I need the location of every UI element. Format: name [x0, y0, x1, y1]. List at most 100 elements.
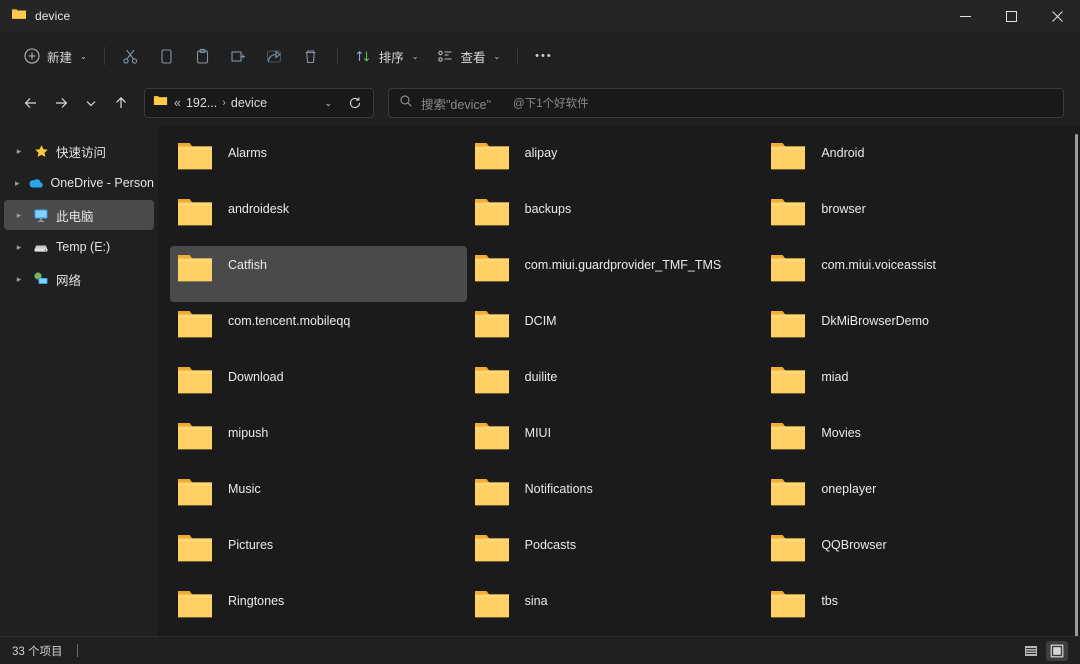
breadcrumb[interactable]: « 192... › device [174, 96, 313, 110]
folder-item[interactable]: sina [467, 582, 764, 636]
folder-item[interactable]: Alarms [170, 134, 467, 190]
folder-item-label: androidesk [228, 196, 289, 218]
sidebar-item-label-4: 网络 [56, 270, 81, 289]
rename-button[interactable] [221, 40, 257, 72]
folder-item-label: oneplayer [821, 476, 876, 498]
search-icon [399, 94, 413, 113]
folder-item[interactable]: com.tencent.mobileqq [170, 302, 467, 358]
minimize-button[interactable] [942, 0, 988, 32]
folder-item[interactable]: com.miui.voiceassist [763, 246, 1060, 302]
breadcrumb-item-device[interactable]: device [231, 96, 267, 110]
sidebar-item-this-pc[interactable]: ▸ 此电脑 [4, 200, 154, 230]
sort-button-label: 排序 [379, 47, 404, 66]
star-icon [32, 142, 50, 160]
folder-item[interactable]: miad [763, 358, 1060, 414]
more-options-button[interactable]: ••• [526, 40, 562, 72]
vertical-scrollbar[interactable] [1075, 134, 1078, 636]
chevron-right-icon-network[interactable]: ▸ [12, 274, 26, 285]
folder-icon [769, 476, 807, 513]
status-bar: 33 个项目 [0, 636, 1080, 664]
close-button[interactable] [1034, 0, 1080, 32]
folder-icon [176, 532, 214, 569]
new-button[interactable]: 新建 ⌄ [14, 40, 96, 72]
toolbar-divider-2 [337, 47, 338, 65]
folder-item[interactable]: androidesk [170, 190, 467, 246]
folder-item[interactable]: backups [467, 190, 764, 246]
folder-icon [473, 420, 511, 457]
folder-item[interactable]: com.miui.guardprovider_TMF_TMS [467, 246, 764, 302]
folder-item[interactable]: MIUI [467, 414, 764, 470]
folder-item-label: DCIM [525, 308, 557, 330]
sidebar-item-temp-drive[interactable]: ▸ Temp (E:) [4, 232, 154, 262]
chevron-right-icon-this-pc[interactable]: ▸ [12, 210, 26, 221]
folder-item[interactable]: mipush [170, 414, 467, 470]
folder-item[interactable]: Download [170, 358, 467, 414]
list-view-button[interactable] [1020, 641, 1042, 661]
folder-item[interactable]: Podcasts [467, 526, 764, 582]
chevron-right-icon-onedrive[interactable]: ▸ [12, 178, 22, 189]
up-button[interactable] [106, 88, 136, 118]
recent-locations-button[interactable] [76, 88, 106, 118]
folder-item[interactable]: Android [763, 134, 1060, 190]
chevron-down-icon-sort: ⌄ [412, 52, 419, 61]
maximize-button[interactable] [988, 0, 1034, 32]
folder-icon [473, 532, 511, 569]
address-bar[interactable]: « 192... › device ⌄ [144, 88, 374, 118]
folder-item[interactable]: QQBrowser [763, 526, 1060, 582]
back-button[interactable] [16, 88, 46, 118]
folder-icon [176, 308, 214, 345]
folder-item[interactable]: Movies [763, 414, 1060, 470]
address-folder-icon [153, 93, 168, 113]
folder-item-label: sina [525, 588, 548, 610]
drive-icon [32, 238, 50, 256]
folder-item-label: Notifications [525, 476, 593, 498]
refresh-button[interactable] [343, 91, 367, 115]
explorer-body: ▸ 快速访问 ▸ OneDrive - Person ▸ 此电脑 [0, 126, 1080, 636]
breadcrumb-item-host[interactable]: 192... [186, 96, 217, 110]
folder-item[interactable]: Catfish [170, 246, 467, 302]
title-bar-left: device [0, 6, 70, 27]
sidebar-item-quick-access[interactable]: ▸ 快速访问 [4, 136, 154, 166]
address-dropdown-icon[interactable]: ⌄ [319, 98, 337, 109]
folder-icon [473, 476, 511, 513]
chevron-right-icon[interactable]: ▸ [12, 146, 26, 157]
folder-item-label: browser [821, 196, 865, 218]
view-button[interactable]: 查看 ⌄ [427, 40, 509, 72]
copy-button[interactable] [149, 40, 185, 72]
folder-item[interactable]: duilite [467, 358, 764, 414]
delete-button[interactable] [293, 40, 329, 72]
folder-item[interactable]: DCIM [467, 302, 764, 358]
details-view-button[interactable] [1046, 641, 1068, 661]
forward-button[interactable] [46, 88, 76, 118]
folder-icon [176, 420, 214, 457]
folder-item-label: Podcasts [525, 532, 576, 554]
sort-icon [355, 47, 373, 65]
search-box[interactable]: 搜索"device" @下1个好软件 [388, 88, 1064, 118]
toolbar-divider [104, 47, 105, 65]
folder-item[interactable]: alipay [467, 134, 764, 190]
folder-item[interactable]: browser [763, 190, 1060, 246]
sidebar-item-onedrive[interactable]: ▸ OneDrive - Person [4, 168, 154, 198]
folder-item[interactable]: Pictures [170, 526, 467, 582]
folder-item-label: duilite [525, 364, 558, 386]
folder-icon [176, 588, 214, 625]
folder-icon [11, 6, 27, 27]
view-icon [436, 47, 454, 65]
share-button[interactable] [257, 40, 293, 72]
chevron-right-icon-temp[interactable]: ▸ [12, 242, 26, 253]
search-watermark: @下1个好软件 [513, 95, 589, 111]
sidebar-item-network[interactable]: ▸ 网络 [4, 264, 154, 294]
search-input[interactable]: 搜索"device" [421, 94, 491, 113]
folder-item-label: alipay [525, 140, 558, 162]
sort-button[interactable]: 排序 ⌄ [346, 40, 428, 72]
folder-item[interactable]: Music [170, 470, 467, 526]
cut-button[interactable] [113, 40, 149, 72]
folder-item[interactable]: tbs [763, 582, 1060, 636]
folder-item[interactable]: oneplayer [763, 470, 1060, 526]
folder-item[interactable]: Ringtones [170, 582, 467, 636]
folder-item[interactable]: Notifications [467, 470, 764, 526]
paste-button[interactable] [185, 40, 221, 72]
sidebar-item-label-3: Temp (E:) [56, 240, 110, 254]
file-list-pane[interactable]: Alarms alipay Android androidesk backups brow… [158, 126, 1080, 636]
folder-item[interactable]: DkMiBrowserDemo [763, 302, 1060, 358]
